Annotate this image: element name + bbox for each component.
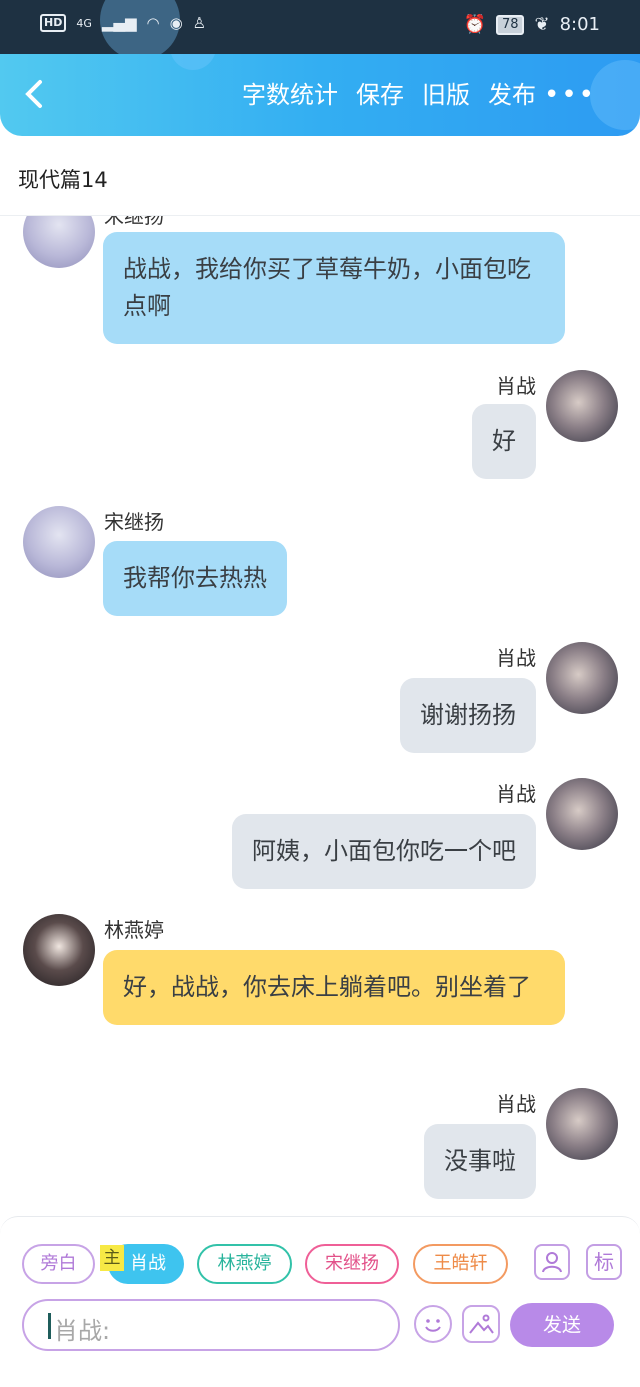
speaker-name: 宋继扬 [104,510,164,534]
text-caret [48,1313,51,1339]
network-label: 4G [76,16,92,30]
alarm-icon: ⏰ [463,14,486,35]
status-bar: HD 4G ▂▄▆ ◠ ◉ ♙ ⏰ 78 ❦ 8:01 [0,0,640,60]
speaker-name: 林燕婷 [104,918,164,942]
chevron-left-icon [25,80,42,108]
signal-icon: ▂▄▆ [101,14,137,32]
back-button[interactable] [20,76,56,112]
avatar-xiao[interactable] [546,1088,618,1160]
avatar-xiao[interactable] [546,370,618,442]
input-placeholder: 肖战: [54,1317,111,1345]
image-icon [469,1314,494,1334]
message-bubble[interactable]: 阿姨，小面包你吃一个吧 [232,814,536,889]
publish-button[interactable]: 发布 [488,80,536,110]
speaker-name: 肖战 [496,374,536,398]
emoji-button[interactable] [414,1305,452,1343]
message-bubble[interactable]: 我帮你去热热 [103,541,287,616]
role-chip-song[interactable]: 宋继扬 [305,1244,399,1284]
speaker-name: 肖战 [496,782,536,806]
message-bubble[interactable]: 没事啦 [424,1124,536,1199]
clock: 8:01 [559,14,600,35]
chapter-header: 现代篇14 [0,136,640,216]
tag-button[interactable]: 标 [586,1244,622,1280]
message-input[interactable]: 肖战: [22,1299,400,1351]
image-button[interactable] [462,1305,500,1343]
message-bubble[interactable]: 好 [472,404,536,479]
main-role-badge: 主 [100,1245,124,1271]
message-bubble[interactable]: 谢谢扬扬 [400,678,536,753]
more-button[interactable]: ••• [544,80,596,110]
status-left: HD 4G ▂▄▆ ◠ ◉ ♙ [40,14,206,32]
battery-icon: 78 [495,14,525,35]
role-chip-lin[interactable]: 林燕婷 [197,1244,292,1284]
speaker-name: 肖战 [496,646,536,670]
speaker-name: 肖战 [496,1092,536,1116]
speaker-name: 宋继扬 [104,216,164,228]
save-button[interactable]: 保存 [356,80,404,110]
leaf-icon: ❦ [534,14,550,35]
wifi-icon: ◠ [146,14,160,32]
add-character-button[interactable] [534,1244,570,1280]
role-chip-wang[interactable]: 王皓轩 [413,1244,508,1284]
send-button[interactable]: 发送 [510,1303,614,1347]
status-right: ⏰ 78 ❦ 8:01 [464,14,600,35]
qq-icon: ♙ [192,14,207,32]
person-icon [542,1252,562,1273]
hd-badge: HD [40,14,67,32]
composer-panel: 旁白 肖战 主 林燕婷 宋继扬 王皓轩 标 肖战: 发送 [0,1216,640,1387]
chapter-title: 现代篇14 [18,168,108,192]
toolbar-actions: 字数统计 保存 旧版 发布 [242,80,536,110]
smile-icon [425,1319,441,1332]
chat-area[interactable]: 宋继扬 战战，我给你买了草莓牛奶，小面包吃点啊 肖战 好 宋继扬 我帮你去热热 … [0,216,640,1216]
message-bubble[interactable]: 好，战战，你去床上躺着吧。别坐着了 [103,950,565,1025]
role-chip-narration[interactable]: 旁白 [22,1244,95,1284]
avatar-xiao[interactable] [546,642,618,714]
message-bubble[interactable]: 战战，我给你买了草莓牛奶，小面包吃点啊 [103,232,565,344]
avatar-lin[interactable] [23,914,95,986]
top-bar: 字数统计 保存 旧版 发布 ••• [0,54,640,136]
word-count-button[interactable]: 字数统计 [242,80,338,110]
avatar-xiao[interactable] [546,778,618,850]
eye-icon: ◉ [169,14,183,32]
avatar-song[interactable] [23,216,95,268]
avatar-song[interactable] [23,506,95,578]
old-version-button[interactable]: 旧版 [422,80,470,110]
